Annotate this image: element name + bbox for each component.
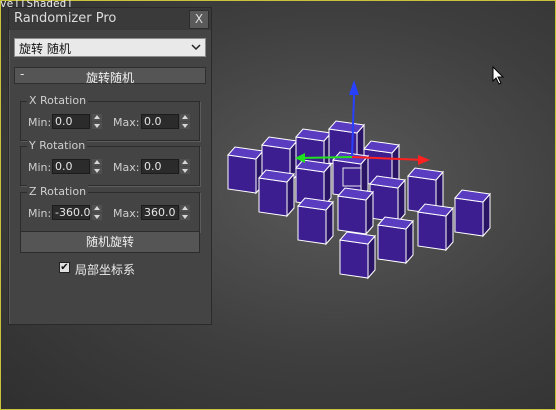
cube-object[interactable] (297, 197, 334, 246)
min-label: Min: (28, 161, 52, 174)
max-label: Max: (113, 161, 140, 174)
group-title: Z Rotation (27, 185, 89, 198)
y-max-input[interactable]: 0.0 (141, 159, 179, 174)
z-max-input[interactable]: 360.0 (141, 205, 179, 220)
cube-object[interactable] (339, 231, 376, 280)
cube-object[interactable] (227, 146, 264, 195)
spinner-up-icon[interactable] (92, 205, 102, 212)
gizmo-z-arrow (349, 80, 359, 95)
x-rotation-group: X Rotation Min: 0.0 Max: 0.0 (20, 94, 200, 141)
spinner-up-icon[interactable] (180, 159, 190, 166)
max-label: Max: (113, 116, 140, 129)
panel-title: Randomizer Pro (14, 11, 117, 26)
group-title: Y Rotation (27, 139, 88, 152)
randomizer-panel: Randomizer Pro X 旋转 随机 - 旋转随机 X Rotation… (8, 7, 212, 325)
spinner-down-icon[interactable] (92, 122, 102, 129)
local-coords-label: 局部坐标系 (75, 263, 136, 277)
x-min-input[interactable]: 0.0 (52, 114, 90, 129)
randomize-rotation-button[interactable]: 随机旋转 (20, 231, 200, 253)
cube-object[interactable] (258, 169, 295, 218)
min-label: Min: (28, 116, 52, 129)
group-title: X Rotation (27, 94, 89, 107)
x-min-spinner[interactable] (92, 114, 102, 129)
spinner-up-icon[interactable] (180, 205, 190, 212)
y-rotation-group: Y Rotation Min: 0.0 Max: 0.0 (20, 139, 200, 186)
z-rotation-group: Z Rotation Min: -360.0 Max: 360.0 (20, 185, 200, 232)
spinner-down-icon[interactable] (92, 167, 102, 174)
max-label: Max: (113, 207, 140, 220)
cube-object[interactable] (417, 203, 454, 252)
cube-object[interactable] (369, 175, 406, 224)
spinner-up-icon[interactable] (180, 114, 190, 121)
gizmo-x-arrow (418, 155, 430, 165)
spinner-down-icon[interactable] (92, 213, 102, 220)
mode-dropdown[interactable]: 旋转 随机 (14, 38, 206, 57)
cube-object[interactable] (377, 216, 414, 265)
rollout-header[interactable]: - 旋转随机 (14, 67, 206, 85)
rollout-title: 旋转随机 (85, 71, 134, 85)
checkmark-icon: ✔ (60, 262, 69, 273)
z-min-spinner[interactable] (92, 205, 102, 220)
local-coords-checkbox[interactable]: ✔ (59, 262, 70, 273)
x-max-input[interactable]: 0.0 (141, 114, 179, 129)
spinner-up-icon[interactable] (92, 159, 102, 166)
z-min-input[interactable]: -360.0 (52, 205, 90, 220)
spinner-down-icon[interactable] (180, 167, 190, 174)
y-min-spinner[interactable] (92, 159, 102, 174)
panel-titlebar[interactable]: Randomizer Pro X (9, 8, 211, 30)
close-button[interactable]: X (189, 10, 209, 29)
cube-grid (227, 120, 491, 280)
y-min-input[interactable]: 0.0 (52, 159, 90, 174)
mode-dropdown-value: 旋转 随机 (19, 42, 71, 56)
gizmo-y-axis (299, 156, 353, 159)
z-max-spinner[interactable] (180, 205, 190, 220)
spinner-down-icon[interactable] (180, 213, 190, 220)
min-label: Min: (28, 207, 52, 220)
chevron-down-icon (191, 44, 201, 51)
x-max-spinner[interactable] (180, 114, 190, 129)
cube-object[interactable] (337, 187, 374, 236)
y-max-spinner[interactable] (180, 159, 190, 174)
mouse-cursor-icon (492, 66, 505, 85)
spinner-up-icon[interactable] (92, 114, 102, 121)
spinner-down-icon[interactable] (180, 122, 190, 129)
cube-object[interactable] (454, 189, 491, 238)
